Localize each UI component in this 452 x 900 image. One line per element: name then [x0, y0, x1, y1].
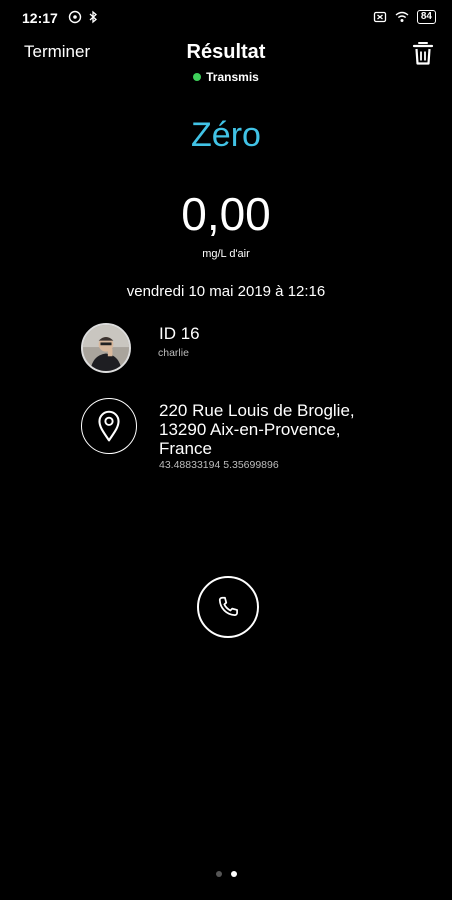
phone-icon [218, 596, 238, 616]
user-photo-icon [83, 325, 129, 371]
page-title: Résultat [186, 41, 266, 63]
battery-icon: 84 [416, 10, 436, 24]
user-name: charlie [158, 347, 189, 359]
bluetooth-icon [86, 10, 100, 24]
result-label: Zéro [191, 116, 261, 154]
status-dot-icon [193, 73, 202, 81]
notification-icon [68, 10, 82, 24]
result-unit: mg/L d'air [202, 248, 250, 260]
address: 220 Rue Louis de Broglie, 13290 Aix-en-P… [159, 401, 419, 458]
trash-icon [412, 42, 434, 65]
avatar [81, 323, 131, 373]
status-time: 12:17 [22, 10, 58, 26]
location-badge [81, 398, 137, 454]
gps-coordinates: 43.48833194 5.35699896 [159, 459, 279, 471]
status-left-icons [64, 10, 100, 24]
location-pin-icon [98, 410, 120, 441]
delete-button[interactable] [412, 40, 434, 66]
transmission-status: Transmis [0, 70, 452, 84]
sim-off-icon [373, 10, 387, 24]
page-dot-1[interactable] [215, 871, 222, 877]
status-right-icons: 84 [373, 10, 436, 24]
user-id: ID 16 [159, 324, 200, 343]
wifi-icon [395, 10, 409, 24]
address-line-2: 13290 Aix-en-Provence, [159, 420, 341, 439]
address-line-3: France [159, 439, 212, 458]
page-indicator [0, 871, 452, 877]
address-line-1: 220 Rue Louis de Broglie, [159, 401, 355, 420]
call-button[interactable] [197, 576, 259, 638]
result-value: 0,00 [181, 188, 271, 240]
transmission-status-label: Transmis [206, 70, 259, 84]
page-dot-2[interactable] [230, 871, 237, 877]
result-date: vendredi 10 mai 2019 à 12:16 [126, 283, 326, 300]
